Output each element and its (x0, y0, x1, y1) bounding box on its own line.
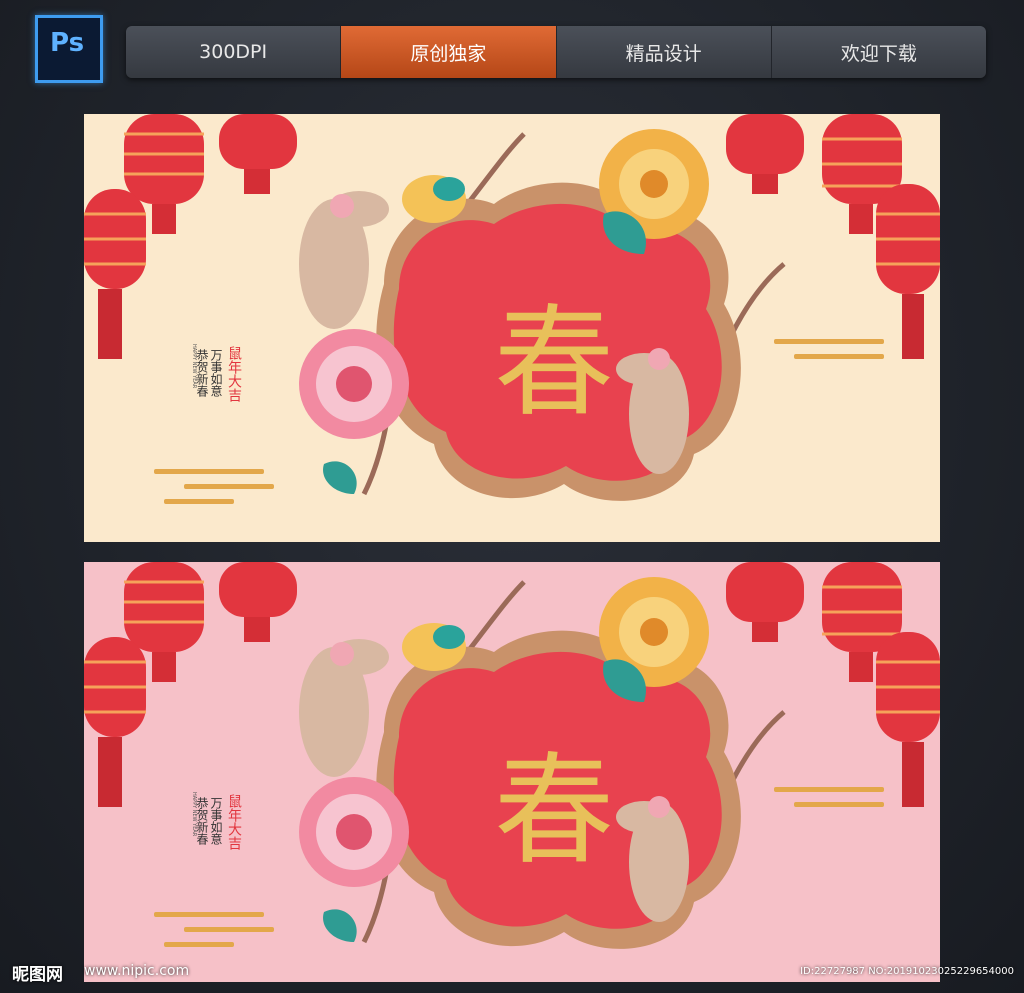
mouse-icon (299, 639, 389, 777)
seal-text: 鼠年大吉 (226, 794, 242, 850)
watermark-site-name: 昵图网 (12, 965, 63, 985)
english-caption: HAPPY NEW YEAR (191, 792, 197, 837)
feature-tab-bar: 300DPI 原创独家 精品设计 欢迎下载 (126, 26, 986, 78)
watermark-id: ID:22727987 NO:20191023025229654000 (800, 966, 1014, 977)
lantern-icon (84, 189, 146, 359)
tab-original-exclusive[interactable]: 原创独家 (341, 26, 557, 78)
lantern-icon (876, 184, 940, 359)
spring-character: 春 (494, 294, 614, 433)
photoshop-logo-icon: Ps (35, 15, 103, 83)
tab-premium-design[interactable]: 精品设计 (557, 26, 772, 78)
lantern-icon (876, 632, 940, 807)
greeting-line-1: 恭贺新春 (195, 797, 209, 846)
poster-preview-cream[interactable]: 春 恭贺新春 万事如意 鼠年大吉 HAPPY NEW YEAR (84, 114, 940, 542)
spring-character: 春 (494, 742, 614, 881)
flower-icon (402, 623, 466, 671)
flower-icon (402, 175, 466, 223)
greeting-line-2: 万事如意 (209, 349, 223, 397)
lantern-icon (726, 114, 804, 194)
watermark-url[interactable]: www.nipic.com (84, 963, 189, 979)
lantern-icon (726, 562, 804, 642)
seal-text: 鼠年大吉 (226, 346, 242, 402)
lantern-icon (219, 562, 297, 642)
poster-artwork: 春 恭贺新春 万事如意 鼠年大吉 HAPPY NEW YEAR (84, 114, 940, 504)
photoshop-logo-text: Ps (50, 28, 85, 58)
flower-icon (299, 777, 409, 887)
greeting-line-2: 万事如意 (209, 797, 223, 845)
flower-icon (299, 329, 409, 439)
mouse-icon (299, 191, 389, 329)
greeting-line-1: 恭贺新春 (195, 349, 209, 398)
lantern-icon (219, 114, 297, 194)
english-caption: HAPPY NEW YEAR (191, 344, 197, 389)
poster-preview-pink[interactable]: 春 恭贺新春 万事如意 鼠年大吉 HAPPY NEW YEAR (84, 562, 940, 982)
poster-artwork: 春 恭贺新春 万事如意 鼠年大吉 HAPPY NEW YEAR (84, 562, 940, 949)
tab-welcome-download[interactable]: 欢迎下载 (772, 26, 986, 78)
lantern-icon (84, 637, 146, 807)
tab-300dpi[interactable]: 300DPI (126, 26, 342, 78)
